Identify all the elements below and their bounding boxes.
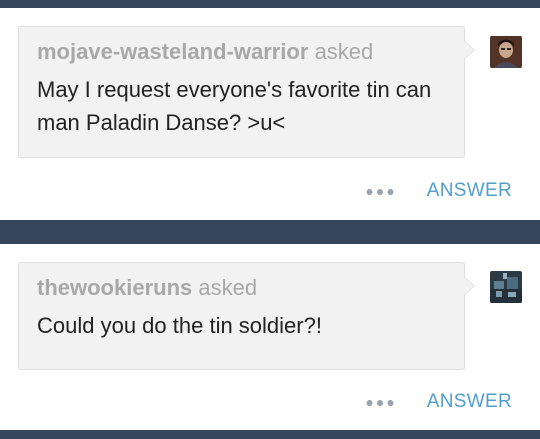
asker-line: mojave-wasteland-warrior asked [37,37,446,67]
asked-label: asked [198,275,258,300]
answer-button[interactable]: ANSWER [427,180,512,202]
answer-button[interactable]: ANSWER [427,391,512,413]
post-actions: ●●● ANSWER [365,389,512,415]
ask-post-card: mojave-wasteland-warrior asked May I req… [0,8,540,220]
asker-username[interactable]: thewookieruns [37,275,192,300]
asker-line: thewookieruns asked [37,273,446,303]
ask-post-card: thewookieruns asked Could you do the tin… [0,244,540,430]
asker-avatar[interactable] [490,36,522,68]
asked-label: asked [314,39,374,64]
question-text: May I request everyone's favorite tin ca… [37,77,432,135]
asker-username[interactable]: mojave-wasteland-warrior [37,39,308,64]
question-bubble: mojave-wasteland-warrior asked May I req… [18,26,475,158]
asker-avatar[interactable] [490,271,522,303]
ellipsis-icon[interactable]: ●●● [365,183,396,199]
ellipsis-icon[interactable]: ●●● [365,394,396,410]
question-text: Could you do the tin soldier?! [37,313,322,338]
question-bubble: thewookieruns asked Could you do the tin… [18,262,475,370]
post-actions: ●●● ANSWER [365,178,512,204]
